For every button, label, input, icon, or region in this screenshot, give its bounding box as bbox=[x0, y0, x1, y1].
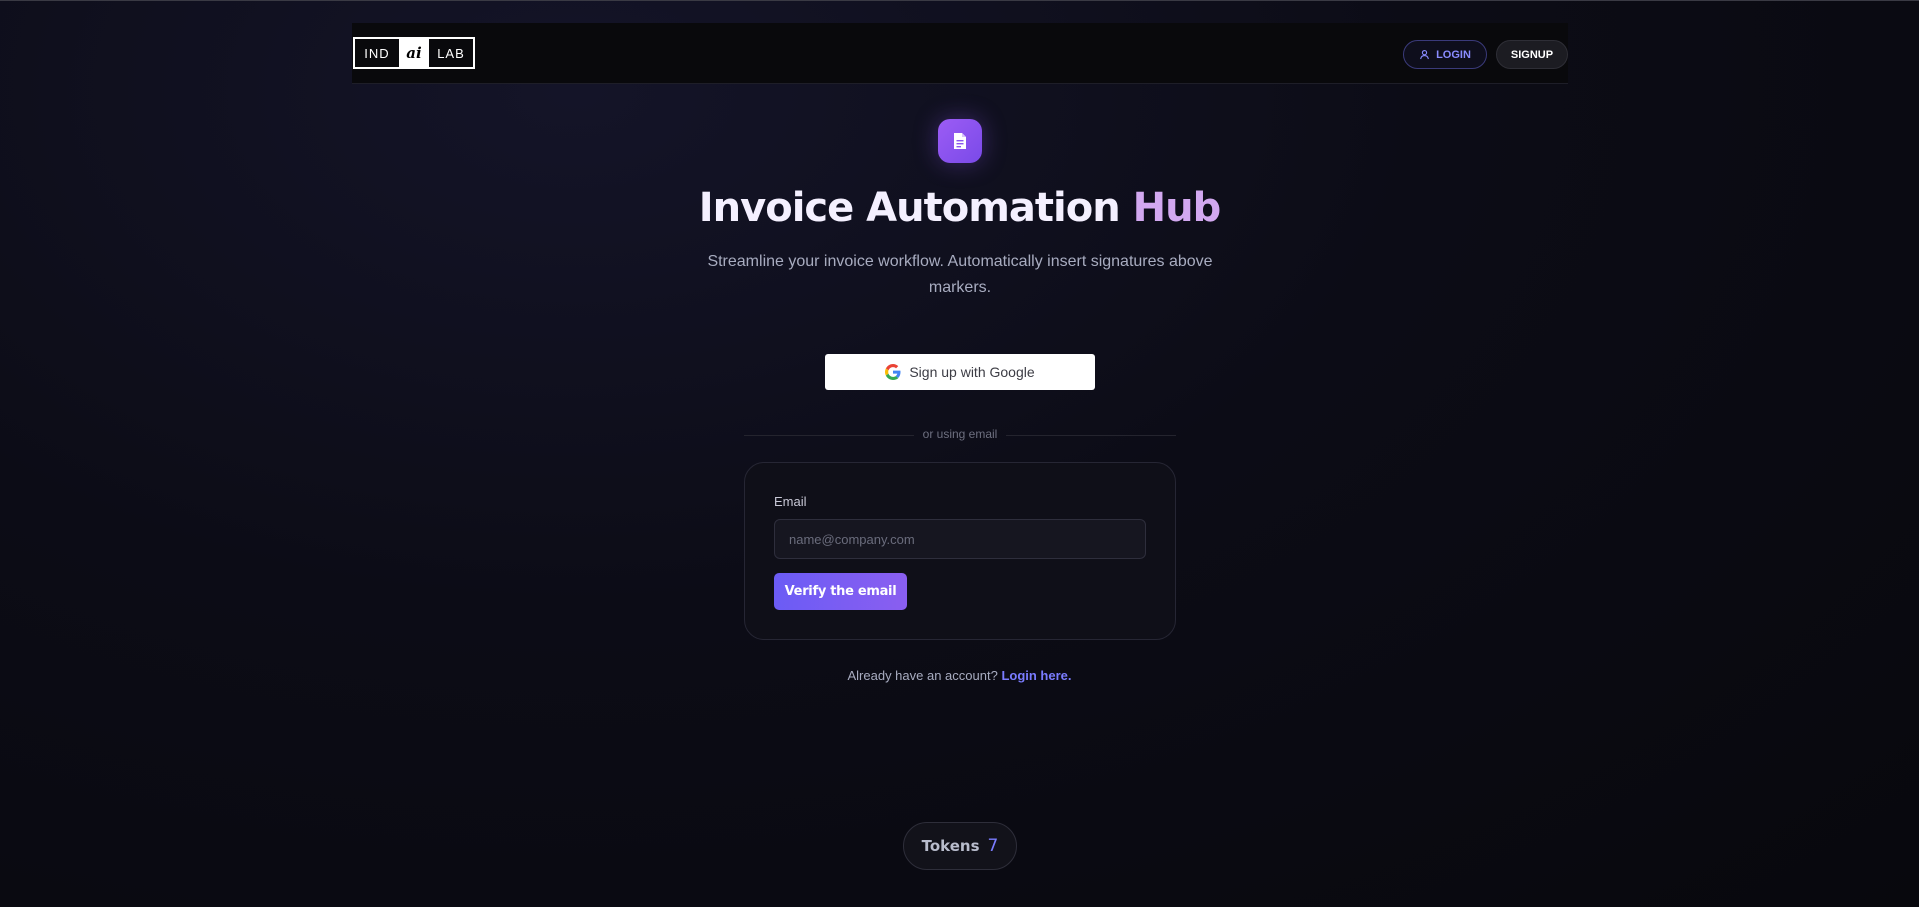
signup-button-label: SIGNUP bbox=[1510, 48, 1554, 61]
google-signup-button[interactable]: Sign up with Google bbox=[825, 354, 1095, 390]
verify-email-button[interactable]: Verify the email bbox=[774, 573, 907, 610]
email-label: Email bbox=[774, 494, 807, 509]
logo-part-lab: LAB bbox=[437, 45, 465, 61]
login-prompt: Already have an account? Login here. bbox=[0, 668, 1919, 683]
page-title: Invoice Automation Hub bbox=[0, 185, 1919, 231]
document-icon bbox=[938, 119, 982, 163]
page-title-main: Invoice Automation bbox=[698, 185, 1121, 231]
or-divider: or using email bbox=[744, 427, 1176, 443]
tokens-badge: Tokens 7 bbox=[903, 822, 1017, 870]
google-icon bbox=[885, 364, 901, 380]
divider-text: or using email bbox=[922, 427, 998, 441]
email-input[interactable] bbox=[774, 519, 1146, 559]
tokens-label: Tokens bbox=[921, 837, 980, 855]
user-icon bbox=[1420, 50, 1429, 60]
google-signup-label: Sign up with Google bbox=[909, 364, 1035, 380]
login-button[interactable]: LOGIN bbox=[1403, 40, 1487, 69]
signup-button[interactable]: SIGNUP bbox=[1496, 40, 1568, 69]
email-signup-card: Email Verify the email bbox=[744, 462, 1176, 640]
logo-part-ind: IND bbox=[364, 45, 390, 61]
login-button-label: LOGIN bbox=[1436, 48, 1471, 61]
indailab-logo[interactable]: IND ai LAB bbox=[353, 37, 475, 69]
top-navigation-bar: IND ai LAB LOGIN SIGNUP bbox=[352, 23, 1568, 84]
page-subtitle: Streamline your invoice workflow. Automa… bbox=[707, 253, 1213, 296]
page-title-accent: Hub bbox=[1132, 185, 1222, 231]
login-here-link[interactable]: Login here. bbox=[1001, 668, 1071, 683]
login-prompt-text: Already have an account? bbox=[847, 668, 998, 683]
tokens-count: 7 bbox=[987, 836, 999, 856]
logo-part-ai: ai bbox=[399, 39, 429, 67]
